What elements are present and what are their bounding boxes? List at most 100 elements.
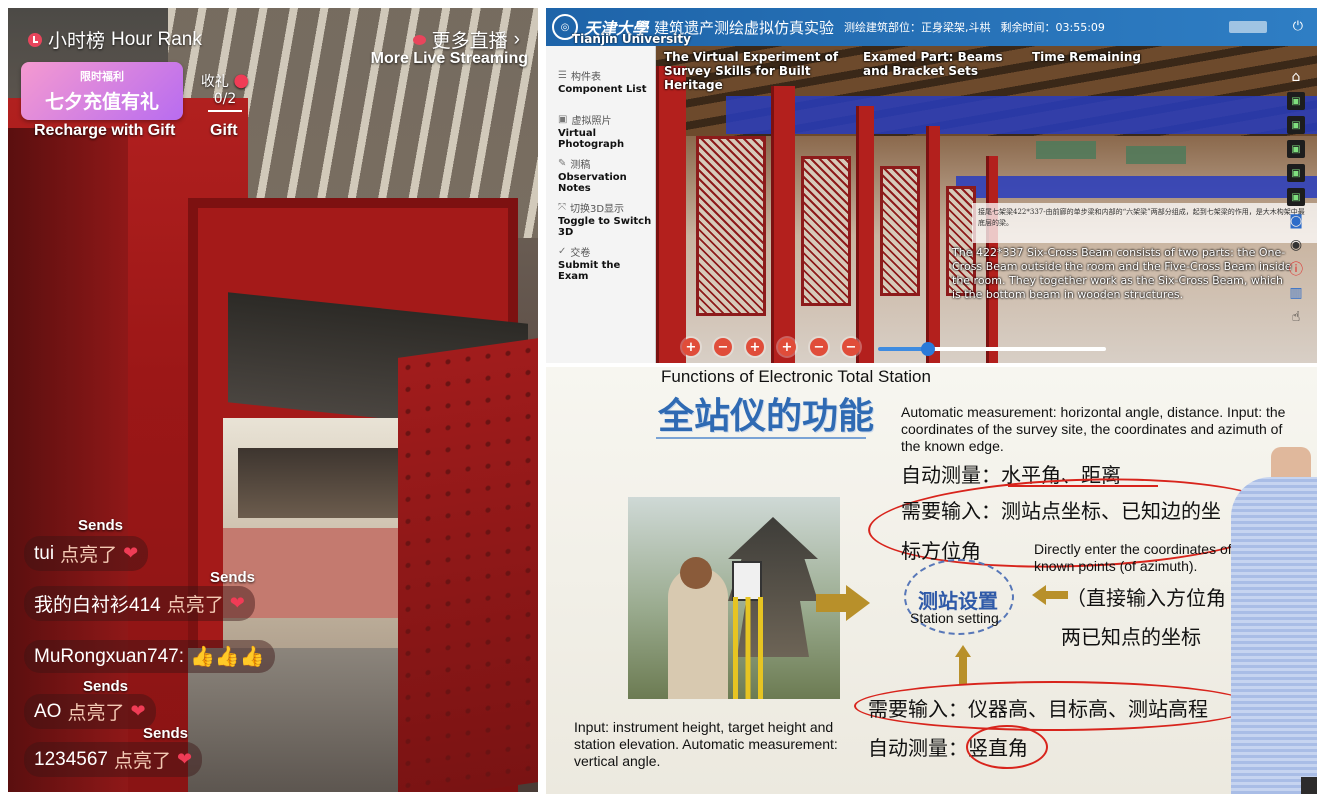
input-cn-line1: 需要输入：测站点坐标、已知边的坐: [901, 499, 1221, 523]
live-stream-panel: 小时榜 Hour Rank 更多直播 › More Live Streaming…: [8, 8, 538, 792]
rotate-right-button[interactable]: −: [842, 338, 860, 356]
arrow-left-shaft: [1044, 591, 1068, 599]
chat-user: 我的白衬衫414: [34, 595, 161, 616]
more-live-cn: 更多直播: [431, 31, 508, 52]
move-up-button[interactable]: +: [746, 338, 764, 356]
rotate-left-button[interactable]: −: [810, 338, 828, 356]
studded-door-leaf: [398, 338, 538, 792]
tripod: [723, 597, 773, 699]
heart-icon: ❤: [130, 701, 146, 721]
promo-en: Recharge with Gift: [34, 122, 176, 139]
experiment-title-en: The Virtual Experiment of Survey Skills …: [664, 50, 839, 92]
chat-user: 1234567: [34, 748, 108, 770]
move-down-button[interactable]: +: [778, 338, 796, 356]
chat-user: tui: [34, 542, 55, 564]
lecture-slide: Functions of Electronic Total Station 全站…: [546, 367, 1317, 794]
virtual-experiment-panel: ◎ 天津大學 建筑遗产测绘虚拟仿真实验 测绘建筑部位：正身梁架,斗栱 剩余时间：…: [546, 8, 1317, 363]
gift-label: 收礼: [200, 74, 229, 90]
cube-view-icon[interactable]: ▣: [1287, 188, 1305, 206]
hour-rank-button[interactable]: 小时榜 Hour Rank: [28, 26, 202, 53]
lecturer-watch: [1301, 777, 1317, 794]
known-points-cn: 两已知点的坐标: [1061, 625, 1201, 649]
lattice-window: [801, 156, 851, 306]
home-icon[interactable]: ⌂: [1287, 68, 1305, 86]
camera-icon[interactable]: ◙: [1287, 212, 1305, 230]
rank-en: Hour Rank: [111, 28, 202, 50]
experiment-sidebar: ☰ 构件表 Component List ▣ 虚拟照片 Virtual Photog…: [546, 46, 656, 363]
gift-en: Gift: [210, 122, 238, 139]
gift-counter[interactable]: 收礼 ● 0/2: [196, 70, 254, 112]
cube-view-icon[interactable]: ▣: [1287, 140, 1305, 158]
time-remaining-en: Time Remaining: [1032, 50, 1142, 64]
direct-input-cn: （直接输入方位角: [1066, 586, 1226, 610]
gift-progress-bar: [208, 110, 242, 112]
red-annotation-circle: [966, 725, 1048, 769]
chat-message: 1234567 点亮了 ❤: [24, 742, 203, 777]
more-live-button[interactable]: 更多直播 ›: [412, 26, 520, 53]
view-slider[interactable]: [878, 342, 1106, 356]
chat-message: 我的白衬衫414 点亮了 ❤: [24, 586, 255, 621]
sidebar-item-toggle-3d[interactable]: ⤧ 切换3D显示 Toggle to Switch 3D: [558, 200, 654, 238]
zoom-in-button[interactable]: +: [682, 338, 700, 356]
sidebar-item-observation-notes[interactable]: ✎ 测稿 Observation Notes: [558, 156, 654, 194]
inner-roof: [238, 448, 398, 518]
sidebar-item-virtual-photo[interactable]: ▣ 虚拟照片 Virtual Photograph: [558, 112, 654, 150]
recharge-gift-banner[interactable]: 限时福利 七夕充值有礼: [21, 62, 183, 120]
heading-underline: [656, 437, 866, 439]
component-info-en: The 422*337 Six-Cross Beam consists of t…: [952, 246, 1292, 301]
sidebar-label-cn: 交卷: [570, 248, 591, 259]
university-en: Tianjin University: [572, 32, 691, 46]
zoom-out-button[interactable]: −: [714, 338, 732, 356]
switch-3d-icon: ⤧: [558, 202, 566, 213]
bracket-set: [1126, 146, 1186, 164]
pencil-icon: ✎: [558, 158, 567, 169]
highlighted-beam: [956, 176, 1317, 198]
total-station-photo: [628, 497, 840, 699]
sidebar-label-en: Submit the Exam: [558, 260, 621, 282]
cube-view-icon[interactable]: ▣: [1287, 92, 1305, 110]
arrow-right-icon: [846, 585, 870, 621]
screenshot-icon[interactable]: ◉: [1287, 236, 1305, 254]
slide-heading-en: Functions of Electronic Total Station: [661, 367, 931, 386]
exam-part-en: Examed Part: Beams and Bracket Sets: [863, 50, 1003, 78]
heart-icon: ❤: [229, 593, 245, 613]
sidebar-label-cn: 虚拟照片: [571, 116, 612, 127]
chat-user: AO: [34, 700, 62, 722]
submit-icon: ✓: [558, 246, 567, 257]
red-column: [926, 126, 940, 363]
rank-icon: [28, 32, 42, 47]
pointer-icon[interactable]: ☝: [1287, 308, 1305, 326]
info-icon[interactable]: ⓘ: [1287, 260, 1305, 278]
chat-action: 点亮了: [67, 703, 125, 724]
sidebar-item-component-list[interactable]: ☰ 构件表 Component List: [558, 68, 654, 95]
cube-view-icon[interactable]: ▣: [1287, 116, 1305, 134]
heart-icon: ❤: [176, 749, 193, 769]
bracket-set: [1036, 141, 1096, 159]
bottom-input-cn: 需要输入：仪器高、目标高、测站高程: [868, 697, 1208, 721]
logout-icon[interactable]: ⏻: [1293, 19, 1303, 34]
sidebar-item-submit-exam[interactable]: ✓ 交卷 Submit the Exam: [558, 244, 654, 282]
sidebar-label-en: Toggle to Switch 3D: [558, 216, 652, 238]
thumbs-up-icon: 👍👍👍: [190, 646, 265, 668]
cube-view-icon[interactable]: ▣: [1287, 164, 1305, 182]
sends-label: Sends: [78, 517, 124, 534]
chat-message: MuRongxuan747: 👍👍👍: [24, 640, 275, 673]
sidebar-label-cn: 切换3D显示: [570, 204, 625, 215]
red-column: [856, 106, 874, 363]
lecturer-shirt: [1231, 477, 1317, 794]
layers-icon[interactable]: ▥: [1287, 284, 1305, 302]
surveyor-head: [680, 557, 712, 589]
gift-icon: ●: [233, 70, 250, 91]
chat-user: MuRongxuan747:: [34, 645, 184, 667]
sends-label: Sends: [143, 725, 189, 742]
arrow-up-shaft: [959, 657, 967, 685]
red-column: [771, 86, 795, 363]
sidebar-label-cn: 构件表: [570, 72, 601, 83]
gift-count: 0/2: [213, 91, 237, 107]
navigation-controls: + − + + − −: [682, 338, 860, 356]
exam-part-cn: 测绘建筑部位：正身梁架,斗栱: [844, 21, 991, 34]
station-setting-en: Station setting: [910, 610, 999, 626]
list-icon: ☰: [558, 70, 567, 81]
user-name-blurred: [1229, 21, 1267, 33]
view-toolbar: ⌂ ▣ ▣ ▣ ▣ ▣ ◙ ◉ ⓘ ▥ ☝: [1285, 68, 1307, 326]
